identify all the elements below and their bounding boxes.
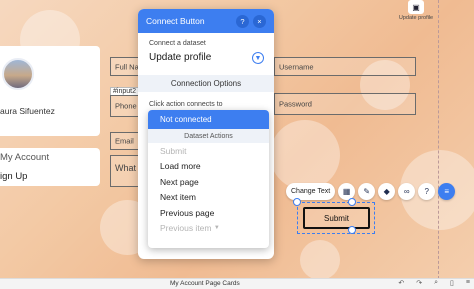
bottom-bar: My Account Page Cards ↶ ↷ ⌕ ▯ ≡ (0, 278, 474, 289)
password-field[interactable]: Password (274, 93, 416, 115)
resize-handle[interactable] (293, 198, 301, 206)
link-icon[interactable]: ∞ (398, 183, 416, 200)
resize-handle[interactable] (348, 226, 356, 234)
connection-options-header: Connection Options (138, 75, 274, 92)
redo-icon[interactable]: ↷ (416, 279, 422, 287)
help-icon[interactable]: ? (236, 14, 249, 28)
dropdown-group-dataset-actions: Dataset Actions (148, 129, 269, 143)
nav-item-sign-up[interactable]: ign Up (0, 171, 27, 182)
password-label: Password (279, 99, 312, 109)
profile-name: aura Sifuentez (0, 106, 55, 116)
update-profile-button[interactable]: ▣ Update profile (398, 0, 434, 24)
gridline (438, 0, 439, 289)
resize-handle[interactable] (348, 198, 356, 206)
profile-card[interactable] (0, 46, 100, 136)
username-label: Username (279, 62, 314, 71)
submit-button[interactable]: Submit (303, 207, 370, 229)
dataset-icon: ▣ (408, 0, 424, 14)
element-toolbar: Change Text ▦ ✎ ◆ ∞ ? ≡ (286, 183, 456, 200)
full-name-field[interactable]: Full Nam (110, 57, 145, 76)
click-action-dropdown[interactable]: Not connected Dataset Actions Submit Loa… (148, 110, 269, 248)
bokeh-light (300, 240, 340, 280)
mobile-icon[interactable]: ▯ (450, 279, 454, 287)
email-label: Email (115, 136, 134, 146)
animation-icon[interactable]: ◆ (378, 183, 396, 200)
bottom-icons: ↶ ↷ ⌕ ▯ ≡ (398, 279, 470, 287)
chevron-down-icon: ▼ (213, 225, 220, 232)
dataset-select[interactable]: Update profile (149, 52, 211, 63)
dropdown-option-not-connected[interactable]: Not connected (148, 110, 269, 129)
dropdown-option-previous-page[interactable]: Previous page (148, 205, 269, 221)
dropdown-option-previous-item: Previous item ▼ (148, 221, 269, 237)
connect-data-icon[interactable]: ≡ (438, 183, 456, 200)
dropdown-option-next-item[interactable]: Next item (148, 190, 269, 206)
dropdown-option-load-more[interactable]: Load more (148, 159, 269, 175)
nav-item-my-account[interactable]: My Account (0, 152, 49, 163)
message-field[interactable]: What (110, 155, 140, 187)
dropdown-option-submit: Submit (160, 145, 187, 156)
dataset-label: Connect a dataset (149, 40, 206, 47)
menu-icon[interactable]: ≡ (466, 279, 470, 287)
close-icon[interactable]: × (253, 14, 266, 28)
design-pen-icon[interactable]: ✎ (358, 183, 376, 200)
bokeh-light (270, 120, 340, 190)
dropdown-option-next-page[interactable]: Next page (148, 174, 269, 190)
panel-title: Connect Button (146, 16, 205, 26)
help-icon[interactable]: ? (418, 183, 436, 200)
message-label: What (115, 163, 137, 173)
avatar[interactable] (2, 58, 34, 90)
username-field[interactable]: Username (274, 57, 416, 76)
click-action-label: Click action connects to (149, 101, 223, 108)
phone-field[interactable]: Phone N (110, 95, 144, 117)
chevron-down-icon[interactable]: ▼ (252, 52, 264, 64)
update-profile-label: Update profile (398, 15, 434, 21)
zoom-icon[interactable]: ⌕ (434, 279, 438, 287)
previous-item-label: Previous item (160, 223, 212, 234)
email-field[interactable]: Email (110, 132, 140, 150)
undo-icon[interactable]: ↶ (398, 279, 404, 287)
page-name: My Account Page Cards (170, 280, 240, 287)
change-text-button[interactable]: Change Text (286, 183, 336, 200)
panel-header: Connect Button ? × (138, 9, 274, 33)
